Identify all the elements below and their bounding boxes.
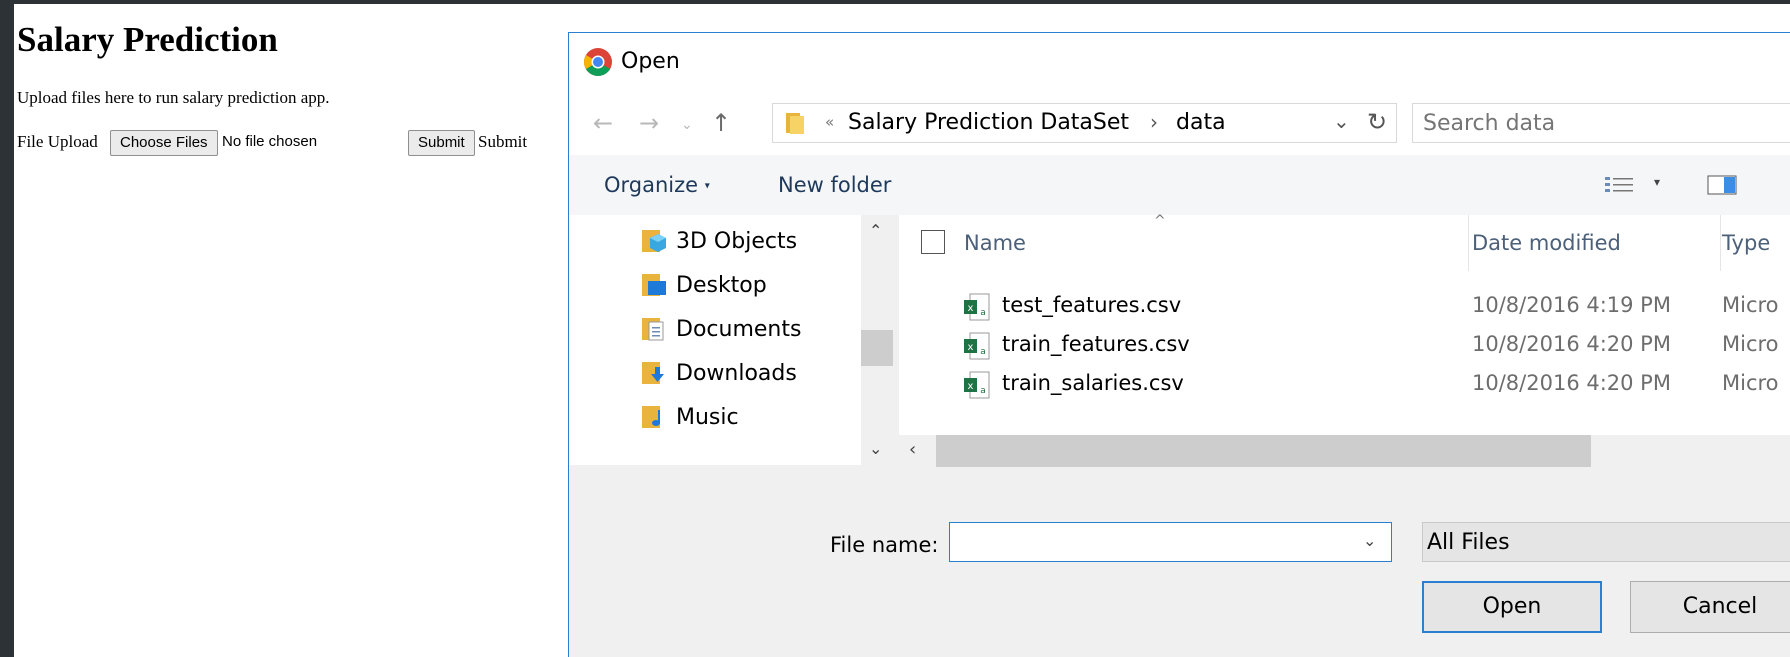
desktop-icon bbox=[642, 274, 666, 296]
dialog-titlebar: Open bbox=[569, 33, 1790, 93]
nav-item-label: Music bbox=[676, 405, 739, 430]
music-icon bbox=[642, 406, 660, 428]
nav-item-label: Downloads bbox=[676, 361, 797, 386]
nav-item-label: 3D Objects bbox=[676, 229, 798, 254]
navigation-pane: 3D Objects Desktop Documents Downloads M… bbox=[569, 215, 893, 465]
select-all-checkbox[interactable] bbox=[921, 230, 945, 254]
file-date: 10/8/2016 4:19 PM bbox=[1472, 293, 1671, 317]
scroll-up-icon[interactable]: ⌃ bbox=[869, 221, 882, 240]
recent-locations-chevron-icon[interactable]: ⌄ bbox=[681, 117, 693, 133]
file-type-filter-value: All Files bbox=[1427, 530, 1510, 555]
file-name: test_features.csv bbox=[1002, 293, 1182, 317]
column-header-date-modified[interactable]: Date modified bbox=[1472, 231, 1621, 255]
scroll-left-icon[interactable]: ‹ bbox=[909, 439, 916, 460]
sort-ascending-icon: ^ bbox=[1154, 213, 1166, 229]
organize-button[interactable]: Organize ▾ bbox=[604, 173, 710, 197]
nav-item-label: Desktop bbox=[676, 273, 767, 298]
breadcrumb-separator-icon[interactable]: › bbox=[1150, 110, 1158, 134]
svg-text:x: x bbox=[968, 342, 974, 353]
file-row[interactable]: x a test_features.csv 10/8/2016 4:19 PM … bbox=[899, 287, 1790, 327]
page-description: Upload files here to run salary predicti… bbox=[17, 88, 330, 107]
column-headers: ^ Name Date modified Type bbox=[899, 213, 1790, 271]
column-divider[interactable] bbox=[1720, 215, 1721, 271]
submit-text: Submit bbox=[478, 132, 528, 151]
chrome-icon bbox=[584, 48, 612, 76]
file-name-combobox[interactable]: ⌄ bbox=[949, 522, 1392, 562]
scrollbar-thumb[interactable] bbox=[861, 330, 893, 366]
svg-text:a: a bbox=[980, 347, 986, 357]
svg-text:a: a bbox=[980, 386, 986, 396]
downloads-icon bbox=[642, 362, 664, 384]
search-input[interactable] bbox=[1413, 104, 1790, 142]
file-type: Micro bbox=[1722, 293, 1779, 317]
excel-csv-file-icon: x a bbox=[964, 293, 990, 321]
no-file-chosen-text: No file chosen bbox=[222, 133, 318, 150]
scroll-down-icon[interactable]: ⌄ bbox=[869, 439, 882, 458]
breadcrumb-data[interactable]: data bbox=[1176, 110, 1226, 135]
column-header-type[interactable]: Type bbox=[1722, 231, 1770, 255]
file-name: train_salaries.csv bbox=[1002, 371, 1184, 395]
svg-text:a: a bbox=[980, 308, 986, 318]
svg-text:x: x bbox=[968, 381, 974, 392]
file-date: 10/8/2016 4:20 PM bbox=[1472, 371, 1671, 395]
file-list: ^ Name Date modified Type x a test_featu… bbox=[899, 213, 1790, 465]
organize-label: Organize bbox=[604, 173, 699, 197]
file-name: train_features.csv bbox=[1002, 332, 1190, 356]
column-header-name[interactable]: Name bbox=[964, 231, 1026, 255]
excel-csv-file-icon: x a bbox=[964, 371, 990, 399]
scrollbar-thumb[interactable] bbox=[936, 435, 1591, 467]
svg-text:x: x bbox=[968, 303, 974, 314]
forward-arrow-icon[interactable]: → bbox=[639, 109, 659, 137]
file-name-input[interactable] bbox=[950, 523, 1362, 561]
view-options-icon[interactable] bbox=[1604, 175, 1636, 197]
dialog-toolbar: Organize ▾ New folder ▾ bbox=[569, 155, 1790, 215]
3d-objects-icon bbox=[642, 230, 666, 252]
breadcrumb-salary-prediction-dataset[interactable]: Salary Prediction DataSet bbox=[848, 110, 1129, 135]
page-title: Salary Prediction bbox=[17, 20, 278, 59]
file-upload-label: File Upload bbox=[17, 132, 98, 151]
file-name-label: File name: bbox=[830, 533, 939, 557]
file-date: 10/8/2016 4:20 PM bbox=[1472, 332, 1671, 356]
organize-caret-icon: ▾ bbox=[704, 180, 710, 192]
cancel-button[interactable]: Cancel bbox=[1630, 581, 1790, 633]
excel-csv-file-icon: x a bbox=[964, 332, 990, 360]
view-options-caret-icon[interactable]: ▾ bbox=[1654, 175, 1660, 189]
file-list-horizontal-scrollbar[interactable]: ‹ bbox=[899, 435, 1790, 467]
column-divider[interactable] bbox=[1468, 215, 1469, 271]
file-row[interactable]: x a train_salaries.csv 10/8/2016 4:20 PM… bbox=[899, 365, 1790, 405]
back-arrow-icon[interactable]: ← bbox=[593, 109, 613, 137]
dialog-title: Open bbox=[621, 49, 680, 74]
search-box[interactable] bbox=[1412, 103, 1790, 143]
overflow-chevron-icon[interactable]: « bbox=[825, 113, 834, 131]
choose-files-button[interactable]: Choose Files bbox=[110, 130, 218, 156]
file-type: Micro bbox=[1722, 371, 1779, 395]
nav-item-label: Documents bbox=[676, 317, 802, 342]
address-dropdown-icon[interactable]: ⌄ bbox=[1333, 109, 1350, 133]
open-file-dialog: Open ← → ⌄ ↑ « Salary Prediction DataSet… bbox=[568, 32, 1790, 657]
up-arrow-icon[interactable]: ↑ bbox=[711, 109, 731, 137]
address-bar[interactable]: « Salary Prediction DataSet › data ⌄ ↻ bbox=[772, 103, 1397, 143]
navigation-pane-scrollbar[interactable]: ⌃ ⌄ bbox=[861, 215, 893, 465]
new-folder-button[interactable]: New folder bbox=[778, 173, 891, 197]
documents-icon bbox=[642, 318, 664, 341]
file-type-filter[interactable]: All Files bbox=[1422, 522, 1790, 562]
file-type: Micro bbox=[1722, 332, 1779, 356]
file-row[interactable]: x a train_features.csv 10/8/2016 4:20 PM… bbox=[899, 326, 1790, 366]
file-name-dropdown-icon[interactable]: ⌄ bbox=[1363, 531, 1376, 550]
refresh-icon[interactable]: ↻ bbox=[1367, 108, 1387, 136]
open-button[interactable]: Open bbox=[1422, 581, 1602, 633]
submit-button[interactable]: Submit bbox=[408, 130, 475, 156]
preview-pane-icon[interactable] bbox=[1707, 175, 1737, 195]
folder-icon bbox=[786, 113, 804, 134]
